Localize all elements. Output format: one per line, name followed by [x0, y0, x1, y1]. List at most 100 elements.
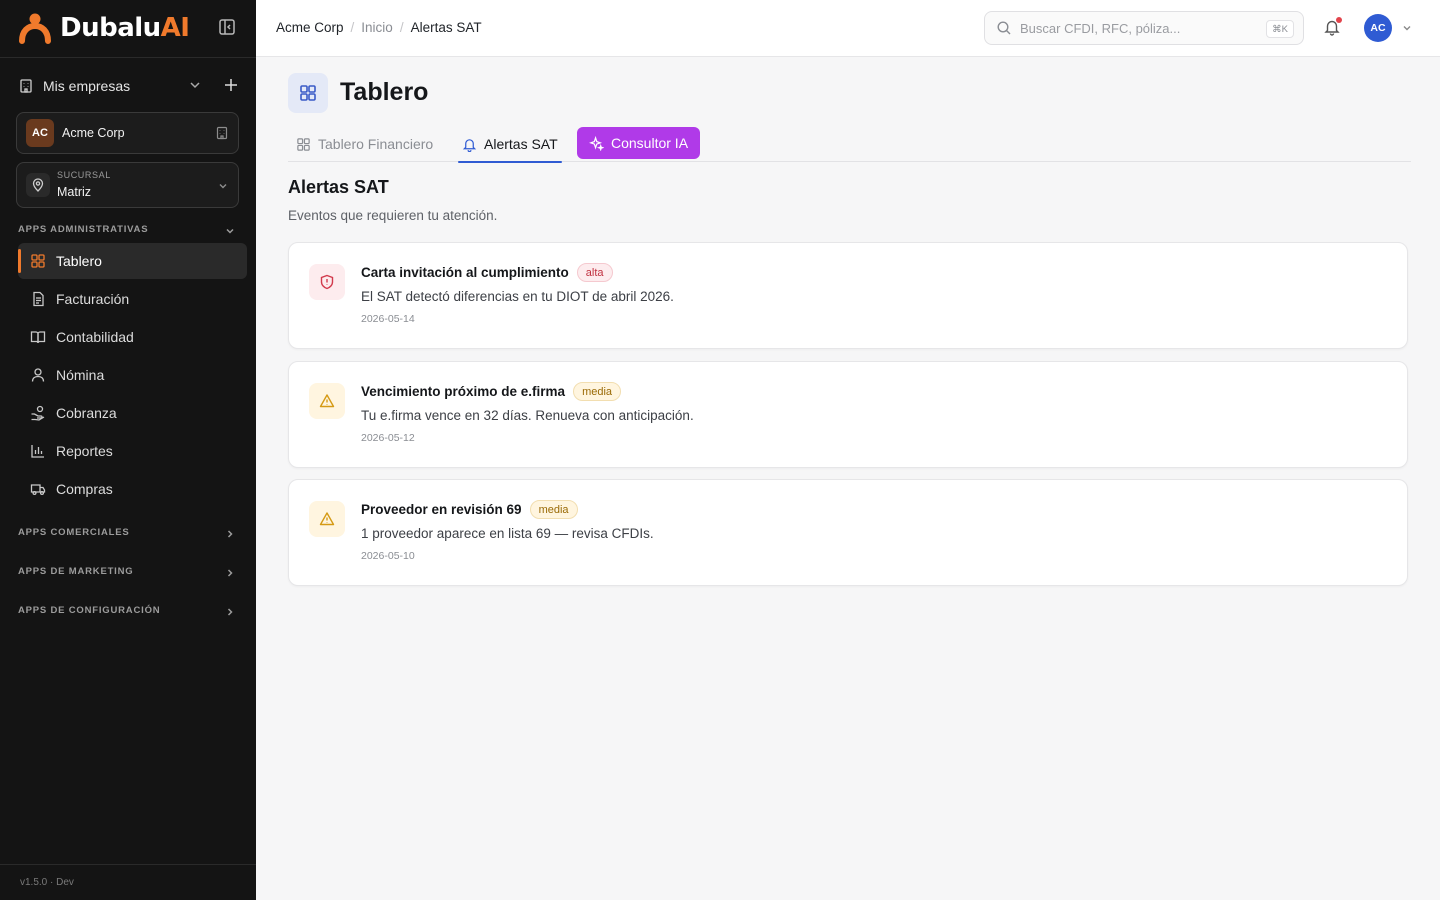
sidebar-item-label: Tablero — [56, 253, 102, 269]
alert-title: Proveedor en revisión 69 — [361, 502, 522, 517]
companies-toggle[interactable]: Mis empresas — [18, 74, 240, 98]
sidebar-divider — [0, 57, 256, 58]
app-version: v1.5.0 · Dev — [20, 877, 74, 888]
section-label: APPS ADMINISTRATIVAS — [18, 224, 149, 235]
search-icon — [997, 21, 1011, 35]
severity-badge: alta — [576, 263, 613, 282]
sidebar-item-label: Contabilidad — [56, 329, 134, 345]
section-label: APPS DE CONFIGURACIÓN — [18, 605, 161, 616]
document-icon — [33, 291, 44, 307]
breadcrumb: Acme Corp / Inicio / Alertas SAT — [276, 20, 482, 35]
sidebar-item-label: Facturación — [56, 291, 130, 307]
grid-icon — [31, 254, 45, 268]
building-icon — [20, 79, 32, 93]
alert-date: 2026-05-14 — [361, 313, 415, 325]
sidebar-item-reportes[interactable]: Reportes — [18, 433, 247, 469]
chevron-right-icon — [227, 530, 233, 538]
truck-icon — [30, 484, 46, 496]
sidebar: DubaluAI Mis empresas AC Acme Corp SUCUR… — [0, 0, 256, 900]
alert-date: 2026-05-10 — [361, 550, 415, 562]
brand-name: DubaluAI — [60, 13, 190, 43]
branch-caption: SUCURSAL — [57, 170, 111, 180]
branch-value: Matriz — [57, 185, 92, 199]
section-label: APPS DE MARKETING — [18, 566, 134, 577]
section-apps-configuracion[interactable]: APPS DE CONFIGURACIÓN — [18, 605, 240, 619]
severity-badge: media — [573, 382, 622, 401]
search-box: ⌘K — [984, 11, 1304, 45]
chevron-down-icon — [219, 184, 227, 189]
tab-label: Alertas SAT — [484, 136, 558, 152]
tab-bar: Tablero Financiero Alertas SAT Consultor… — [288, 127, 1411, 163]
building-icon — [216, 126, 228, 140]
add-company-icon[interactable] — [223, 77, 239, 93]
page-title: Tablero — [340, 78, 429, 106]
bar-chart-icon — [31, 445, 44, 458]
grid-icon — [288, 73, 328, 113]
alert-description: 1 proveedor aparece en lista 69 — revisa… — [361, 526, 654, 541]
collapse-sidebar-icon[interactable] — [218, 18, 236, 36]
severity-badge: media — [529, 500, 578, 519]
alert-title: Carta invitación al cumplimiento — [361, 265, 569, 280]
user-avatar[interactable]: AC — [1364, 14, 1392, 42]
chevron-down-icon — [226, 228, 234, 234]
warning-triangle-icon — [309, 383, 345, 419]
sidebar-item-contabilidad[interactable]: Contabilidad — [18, 319, 247, 355]
alert-card[interactable]: Proveedor en revisión 69 media 1 proveed… — [288, 479, 1408, 586]
company-avatar: AC — [26, 119, 54, 147]
breadcrumb-company[interactable]: Acme Corp — [276, 20, 344, 35]
grid-icon — [297, 137, 310, 151]
breadcrumb-separator: / — [350, 20, 355, 35]
warning-triangle-icon — [309, 501, 345, 537]
section-title: Alertas SAT — [288, 177, 389, 197]
branch-selector[interactable]: SUCURSAL Matriz — [16, 162, 239, 208]
breadcrumb-current: Alertas SAT — [410, 20, 482, 35]
alert-card[interactable]: Carta invitación al cumplimiento alta El… — [288, 242, 1408, 349]
company-selector[interactable]: AC Acme Corp — [16, 112, 239, 154]
search-shortcut: ⌘K — [1266, 20, 1294, 38]
sidebar-item-nomina[interactable]: Nómina — [18, 357, 247, 393]
chevron-right-icon — [227, 569, 233, 577]
sidebar-item-cobranza[interactable]: Cobranza — [18, 395, 247, 431]
alert-card[interactable]: Vencimiento próximo de e.firma media Tu … — [288, 361, 1408, 468]
sidebar-item-label: Reportes — [56, 443, 113, 459]
section-apps-comerciales[interactable]: APPS COMERCIALES — [18, 527, 240, 541]
hand-coins-icon — [31, 405, 45, 421]
chevron-right-icon — [227, 608, 233, 616]
search-input[interactable] — [1020, 20, 1250, 36]
sidebar-item-tablero[interactable]: Tablero — [18, 243, 247, 279]
section-subtitle: Eventos que requieren tu atención. — [288, 208, 498, 223]
tab-tablero-financiero[interactable]: Tablero Financiero — [296, 127, 433, 161]
sparkles-icon — [589, 135, 604, 151]
tab-label: Consultor IA — [611, 135, 689, 151]
sidebar-divider — [0, 864, 256, 865]
company-name: Acme Corp — [62, 126, 125, 140]
breadcrumb-home[interactable]: Inicio — [361, 20, 393, 35]
sidebar-item-label: Cobranza — [56, 405, 117, 421]
section-label: APPS COMERCIALES — [18, 527, 130, 538]
notification-dot — [1336, 17, 1342, 23]
map-pin-icon — [26, 173, 50, 197]
sidebar-item-label: Nómina — [56, 367, 105, 383]
shield-alert-icon — [309, 264, 345, 300]
tab-consultor-ia[interactable]: Consultor IA — [577, 127, 701, 159]
chevron-down-icon[interactable] — [1401, 22, 1413, 34]
tab-label: Tablero Financiero — [318, 136, 434, 152]
tab-alertas-sat[interactable]: Alertas SAT — [458, 127, 562, 163]
section-apps-marketing[interactable]: APPS DE MARKETING — [18, 566, 240, 580]
breadcrumb-separator: / — [399, 20, 404, 35]
bell-icon — [462, 138, 477, 152]
alert-date: 2026-05-12 — [361, 432, 415, 444]
companies-label: Mis empresas — [43, 78, 131, 94]
chevron-down-icon[interactable] — [188, 78, 202, 92]
sidebar-item-compras[interactable]: Compras — [18, 471, 247, 507]
sidebar-item-facturacion[interactable]: Facturación — [18, 281, 247, 317]
sidebar-item-label: Compras — [56, 481, 113, 497]
alert-title: Vencimiento próximo de e.firma — [361, 384, 566, 399]
topbar: Acme Corp / Inicio / Alertas SAT ⌘K AC — [256, 0, 1440, 57]
dubalu-logo-icon — [19, 13, 51, 44]
section-apps-administrativas[interactable]: APPS ADMINISTRATIVAS — [18, 224, 240, 238]
brand-logo[interactable]: DubaluAI — [18, 12, 190, 44]
alert-description: El SAT detectó diferencias en tu DIOT de… — [361, 289, 674, 304]
book-icon — [30, 331, 46, 344]
user-icon — [31, 368, 45, 382]
